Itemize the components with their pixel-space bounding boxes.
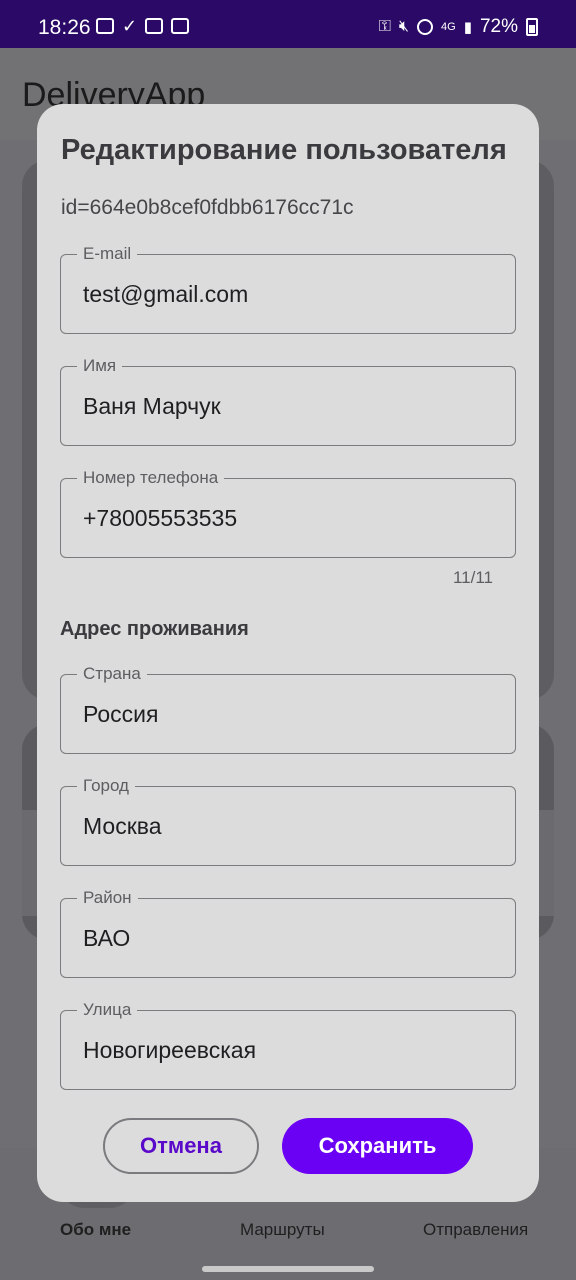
message-notification-icon	[145, 18, 164, 34]
email-label: E-mail	[77, 243, 138, 265]
check-icon: ✓	[122, 16, 138, 36]
user-id: id=664e0b8cef0fdbb6176cc71c	[61, 196, 354, 219]
edit-user-dialog: Редактирование пользователя id=664e0b8ce…	[37, 104, 539, 1202]
name-value[interactable]: Ваня Марчук	[83, 393, 221, 420]
street-label: Улица	[77, 999, 138, 1021]
city-label: Город	[77, 775, 135, 797]
email-value[interactable]: test@gmail.com	[83, 281, 248, 308]
battery-icon	[526, 18, 538, 36]
phone-char-counter: 11/11	[452, 568, 493, 587]
district-value[interactable]: ВАО	[83, 925, 130, 952]
mute-icon: 🔇︎	[398, 18, 410, 35]
street-value[interactable]: Новогиреевская	[83, 1037, 256, 1064]
name-label: Имя	[77, 355, 123, 377]
district-label: Район	[77, 887, 138, 909]
dialog-title: Редактирование пользователя	[61, 134, 507, 166]
signal-icon: ▮	[463, 19, 472, 36]
battery-percent: 72%	[479, 16, 518, 37]
address-section-title: Адрес проживания	[60, 618, 249, 640]
street-field[interactable]: Улица Новогиреевская	[60, 999, 516, 1090]
city-field[interactable]: Город Москва	[60, 775, 516, 866]
network-type: 4G	[441, 21, 456, 33]
hotspot-icon	[417, 19, 434, 35]
phone-label: Номер телефона	[77, 467, 225, 489]
nav-item-about[interactable]: Обо мне	[60, 1220, 131, 1240]
status-time: 18:26	[38, 16, 91, 39]
key-icon: ⚿	[378, 18, 391, 35]
email-notification-icon	[96, 18, 114, 34]
status-notification-icons: ✓	[96, 16, 190, 36]
status-bar: 18:26 ✓ ⚿ 🔇︎ 4G ▮ 72%	[0, 0, 576, 48]
cancel-button[interactable]: Отмена	[103, 1118, 259, 1174]
email-field[interactable]: E-mail test@gmail.com	[60, 243, 516, 334]
country-label: Страна	[77, 663, 147, 685]
status-system-icons: ⚿ 🔇︎ 4G ▮ 72%	[379, 16, 538, 38]
country-value[interactable]: Россия	[83, 701, 158, 728]
image-notification-icon	[171, 18, 190, 34]
nav-item-routes[interactable]: Маршруты	[240, 1220, 325, 1240]
save-button[interactable]: Сохранить	[282, 1118, 473, 1174]
country-field[interactable]: Страна Россия	[60, 663, 516, 754]
phone-value[interactable]: +78005553535	[83, 505, 237, 532]
nav-item-shipments[interactable]: Отправления	[423, 1220, 528, 1240]
city-value[interactable]: Москва	[83, 813, 162, 840]
home-gesture-handle[interactable]	[202, 1266, 374, 1272]
name-field[interactable]: Имя Ваня Марчук	[60, 355, 516, 446]
district-field[interactable]: Район ВАО	[60, 887, 516, 978]
phone-field[interactable]: Номер телефона +78005553535	[60, 467, 516, 558]
